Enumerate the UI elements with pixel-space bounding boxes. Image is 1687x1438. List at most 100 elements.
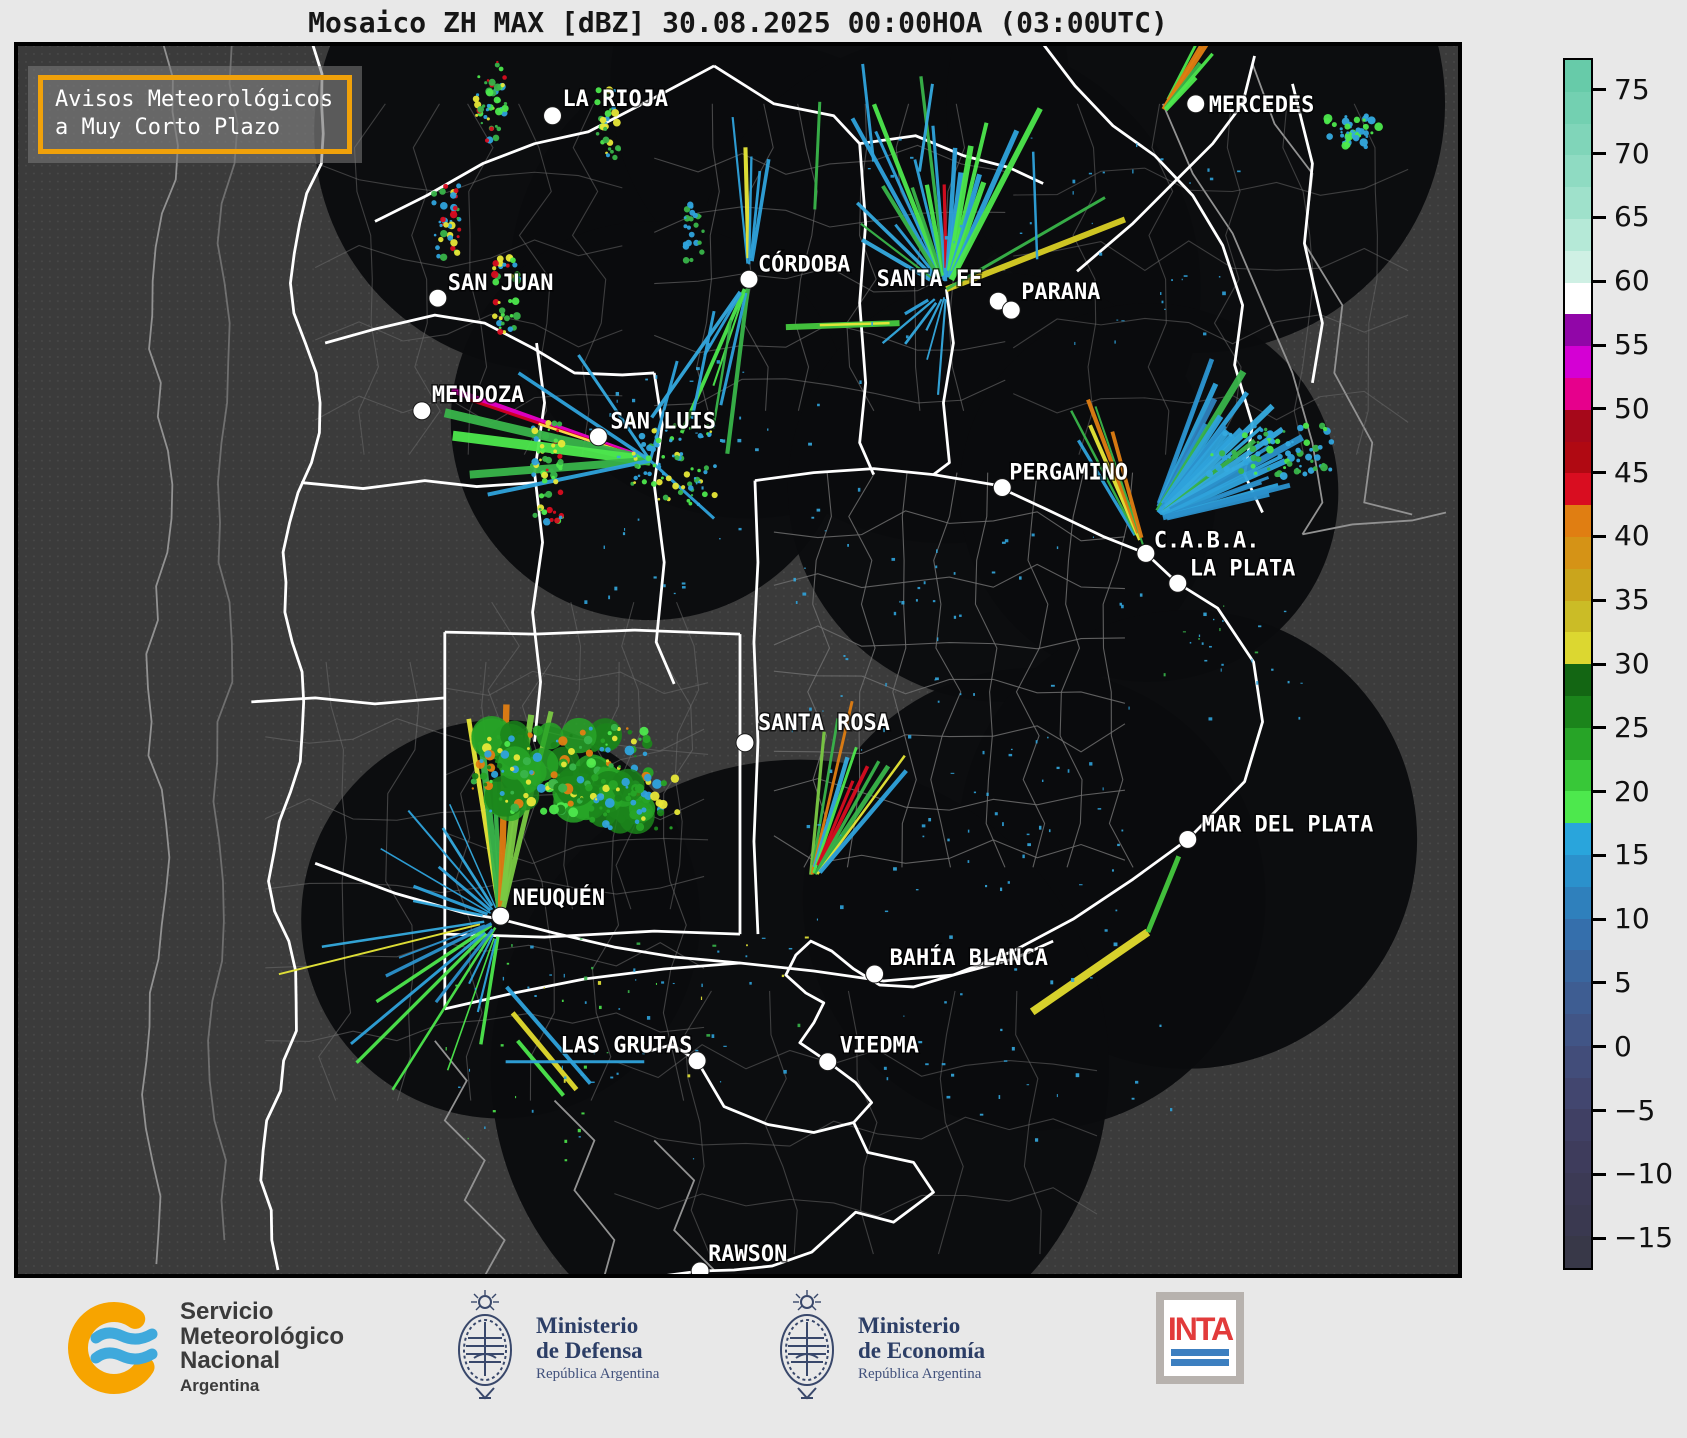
radar-echo-cell [1358, 128, 1365, 135]
colorbar-segment [1565, 1204, 1591, 1237]
radar-speckle [701, 486, 704, 490]
radar-echo-cell [1277, 453, 1283, 460]
radar-speckle [1203, 332, 1207, 336]
radar-echo-cell [637, 474, 641, 478]
radar-echo-cell [1350, 129, 1354, 134]
radar-speckle [1041, 779, 1044, 783]
colorbar-segment [1565, 1172, 1591, 1205]
radar-echo-cell [531, 427, 539, 435]
radar-echo-cell [541, 509, 548, 516]
radar-speckle [1050, 980, 1054, 985]
radar-speckle [577, 1128, 581, 1133]
radar-echo-cell [1222, 430, 1228, 437]
radar-echo-cell [587, 805, 595, 812]
radar-echo-cell [486, 103, 491, 108]
radar-echo-cell [561, 761, 567, 768]
radar-echo-cell [610, 723, 619, 731]
radar-echo-cell [1365, 135, 1369, 139]
colorbar-tick-label: −15 [1614, 1221, 1674, 1255]
city-dot [412, 401, 432, 421]
radar-speckle [479, 998, 482, 1003]
city-label: LAS GRUTAS [560, 1034, 692, 1059]
colorbar-segment [1565, 1236, 1591, 1269]
radar-echo-cell [567, 747, 575, 755]
radar-speckle [578, 1136, 581, 1138]
radar-echo-cell [493, 96, 501, 104]
radar-echo-cell [646, 444, 653, 452]
radar-echo-cell [636, 808, 643, 815]
radar-echo-cell [650, 791, 660, 801]
radar-echo-cell [457, 227, 462, 232]
colorbar-segment [1565, 505, 1591, 537]
dbz-colorbar [1563, 58, 1593, 1270]
radar-speckle [719, 439, 723, 443]
radar-echo-cell [599, 116, 607, 124]
radar-speckle [506, 962, 510, 965]
radar-speckle [1258, 625, 1262, 628]
colorbar-tick [1593, 279, 1606, 283]
radar-speckle [527, 986, 530, 989]
radar-echo-cell [489, 779, 493, 784]
colorbar-segment [1565, 123, 1591, 156]
radar-echo-cell [607, 147, 612, 151]
radar-speckle [885, 682, 887, 687]
radar-echo-cell [682, 257, 690, 264]
radar-echo-cell [627, 730, 633, 735]
radar-echo-cell [479, 772, 488, 780]
radar-speckle [991, 571, 996, 574]
radar-echo-cell [498, 797, 503, 801]
radar-echo-cell [1279, 472, 1288, 480]
radar-echo-cell [1295, 447, 1301, 454]
radar-echo-cell [703, 470, 708, 475]
radar-echo-cell [557, 489, 564, 496]
radar-speckle [891, 557, 896, 561]
radar-echo-cell [485, 108, 490, 112]
radar-speckle [934, 679, 937, 681]
radar-echo-cell [697, 468, 701, 473]
radar-speckle [829, 769, 833, 774]
radar-speckle [455, 984, 458, 987]
radar-speckle [534, 995, 537, 998]
radar-speckle [967, 829, 970, 833]
coat-of-arms-icon [780, 1290, 834, 1400]
radar-echo-cell [1231, 467, 1235, 471]
colorbar-segment [1565, 950, 1591, 983]
radar-echo-cell [1257, 434, 1263, 440]
colorbar-segment [1565, 695, 1591, 728]
radar-echo-cell [683, 224, 688, 229]
colorbar-segment [1565, 759, 1591, 792]
colorbar-segment [1565, 791, 1591, 824]
radar-speckle [1204, 659, 1208, 662]
radar-echo-cell [486, 79, 490, 82]
radar-speckle [1088, 172, 1093, 175]
economia-sub: República Argentina [858, 1366, 982, 1383]
radar-speckle [767, 428, 769, 431]
radar-echo-cell [600, 738, 606, 744]
radar-echo-cell [713, 464, 717, 469]
colorbar-segment [1565, 1077, 1591, 1110]
radar-speckle [655, 375, 658, 379]
radar-speckle [500, 1044, 504, 1047]
radar-echo-cell [670, 774, 680, 783]
radar-echo-cell [557, 439, 566, 448]
radar-speckle [597, 981, 602, 985]
radar-echo-cell [701, 491, 708, 498]
radar-echo-cell [1302, 471, 1308, 477]
radar-speckle [492, 1110, 496, 1113]
radar-echo-cell [1352, 134, 1360, 142]
radar-speckle [719, 1081, 722, 1083]
radar-echo-cell [456, 235, 460, 239]
colorbar-tick [1593, 1236, 1606, 1240]
radar-echo-cell [545, 468, 549, 472]
inta-logo: INTA [1156, 1292, 1244, 1384]
radar-speckle [1203, 612, 1207, 617]
radar-echo-cell [656, 478, 663, 486]
radar-speckle [1135, 1080, 1139, 1084]
colorbar-tick-label: 50 [1614, 391, 1650, 425]
radar-echo-cell [532, 752, 543, 763]
radar-echo-cell [500, 750, 510, 759]
warning-banner[interactable]: Avisos Meteorológicos a Muy Corto Plazo [28, 66, 363, 163]
radar-echo-cell [594, 798, 598, 801]
radar-echo-cell [634, 754, 637, 758]
radar-echo-cell [557, 458, 564, 466]
